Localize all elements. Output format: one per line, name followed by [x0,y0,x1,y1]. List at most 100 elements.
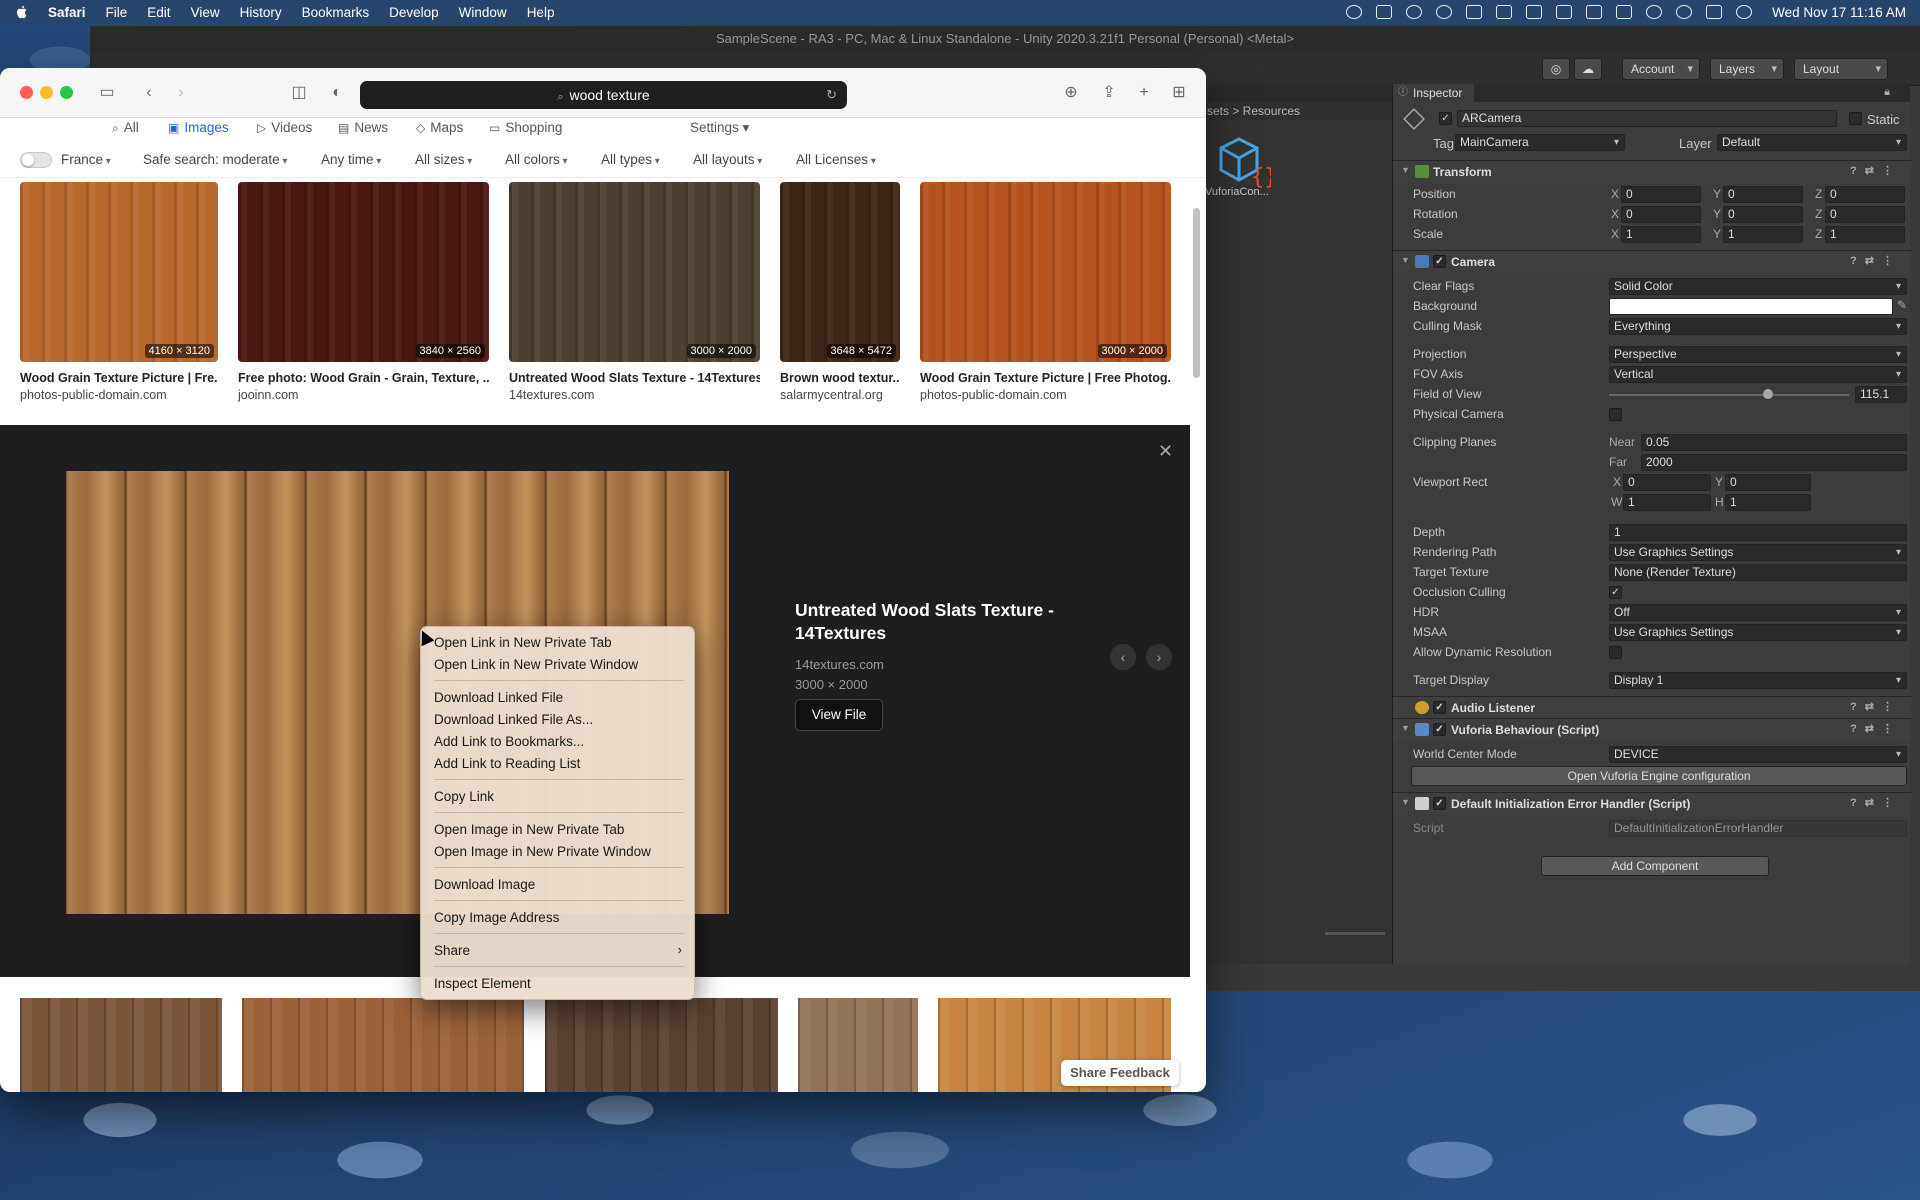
settings-menu[interactable]: Settings ▾ [690,120,749,136]
result-source[interactable]: photos-public-domain.com [920,388,1067,402]
menu-share[interactable]: Share [434,943,470,958]
menu-inspect-element[interactable]: Inspect Element [434,976,531,991]
viewport-h[interactable]: 1 [1725,494,1811,511]
layout-dropdown[interactable]: Layout [1794,58,1888,80]
bluetooth-icon[interactable] [1526,5,1543,19]
viewport-x[interactable]: 0 [1623,474,1711,491]
component-menu-icons[interactable]: ?⇄⋮ [1850,700,1901,713]
component-menu-icons[interactable]: ?⇄⋮ [1850,722,1901,735]
keyboard-icon[interactable] [1466,5,1483,19]
rotation-z[interactable]: 0 [1825,206,1905,223]
culling-mask-dropdown[interactable]: Everything [1609,318,1907,335]
battery-icon[interactable] [1586,5,1603,19]
audio-listener-checkbox[interactable]: ✓ [1433,701,1446,714]
back-icon[interactable]: ‹ [138,82,160,104]
menu-copy-image-address[interactable]: Copy Image Address [434,910,559,925]
shield-icon[interactable]: ◐ [326,82,348,104]
target-display-dropdown[interactable]: Display 1 [1609,672,1907,689]
eyedropper-icon[interactable]: ✎ [1897,298,1907,312]
downloads-icon[interactable]: ⊕ [1060,82,1082,104]
filter-region[interactable]: France [61,152,111,167]
position-x[interactable]: 0 [1621,186,1701,203]
vuforia-behaviour-header[interactable]: ▼ ✓ Vuforia Behaviour (Script) ?⇄⋮ [1393,718,1911,740]
camera-header[interactable]: ▼ ✓ Camera ?⇄⋮ [1393,250,1911,272]
result-image[interactable]: 4160 × 3120 [20,182,218,362]
menu-open-link-private-tab[interactable]: Open Link in New Private Tab [434,635,612,650]
error-handler-header[interactable]: ▼ ✓ Default Initialization Error Handler… [1393,792,1911,814]
result-image[interactable] [242,998,524,1092]
filter-size[interactable]: All sizes [415,152,472,167]
share-feedback-button[interactable]: Share Feedback [1061,1060,1179,1086]
layer-dropdown[interactable]: Default [1717,134,1907,151]
tab-news[interactable]: ▤ News [338,120,388,135]
component-menu-icons[interactable]: ?⇄⋮ [1850,254,1901,267]
error-handler-checkbox[interactable]: ✓ [1433,797,1446,810]
project-zoom-slider[interactable] [1325,932,1385,935]
region-toggle[interactable] [20,152,52,168]
occlusion-checkbox[interactable]: ✓ [1609,586,1622,599]
address-bar[interactable]: ⌕ wood texture ↻ [360,81,847,109]
fold-arrow-icon[interactable]: ▼ [1401,255,1410,265]
view-file-button[interactable]: View File [795,699,883,731]
menu-help[interactable]: Help [527,5,555,20]
menu-download-linked-file-as[interactable]: Download Linked File As... [434,712,593,727]
projection-dropdown[interactable]: Perspective [1609,346,1907,363]
component-menu-icons[interactable]: ?⇄⋮ [1850,796,1901,809]
sidebar-toggle-icon[interactable]: ▭ [96,82,118,104]
filter-license[interactable]: All Licenses [796,152,876,167]
inspector-tab[interactable]: Inspector [1393,84,1475,102]
tab-overview-icon[interactable]: ⊞ [1168,82,1190,104]
wifi-icon[interactable] [1616,5,1633,19]
result-source[interactable]: 14textures.com [509,388,594,402]
previous-image-icon[interactable]: ‹ [1110,644,1136,670]
result-image[interactable]: 3648 × 5472 [780,182,900,362]
physical-camera-checkbox[interactable] [1609,408,1622,421]
active-checkbox[interactable]: ✓ [1439,112,1452,125]
collab-icon[interactable]: ◎ [1542,58,1570,80]
result-title[interactable]: Wood Grain Texture Picture | Free Photog… [920,371,1171,385]
minimize-window-button[interactable] [40,86,53,99]
result-image[interactable]: 3000 × 2000 [920,182,1171,362]
scale-y[interactable]: 1 [1723,226,1803,243]
menu-window[interactable]: Window [459,5,507,20]
fov-value-field[interactable]: 115.1 [1855,386,1907,403]
result-source[interactable]: salarmycentral.org [780,388,883,402]
menu-app-name[interactable]: Safari [48,5,86,20]
menu-add-link-bookmarks[interactable]: Add Link to Bookmarks... [434,734,584,749]
target-texture-field[interactable]: None (Render Texture) [1609,564,1907,581]
result-source[interactable]: photos-public-domain.com [20,388,167,402]
filter-layout[interactable]: All layouts [693,152,762,167]
open-vuforia-config-button[interactable]: Open Vuforia Engine configuration [1411,766,1907,786]
cloud-services-icon[interactable]: ☁ [1574,58,1602,80]
result-title[interactable]: Free photo: Wood Grain - Grain, Texture,… [238,371,489,385]
fov-axis-dropdown[interactable]: Vertical [1609,366,1907,383]
scale-z[interactable]: 1 [1825,226,1905,243]
result-title[interactable]: Brown wood textur... [780,371,900,385]
menu-view[interactable]: View [191,5,220,20]
scale-x[interactable]: 1 [1621,226,1701,243]
viewport-w[interactable]: 1 [1623,494,1711,511]
siri-icon[interactable] [1736,5,1753,19]
position-y[interactable]: 0 [1723,186,1803,203]
close-window-button[interactable] [20,86,33,99]
user-icon[interactable] [1646,5,1663,19]
far-field[interactable]: 2000 [1641,454,1907,471]
filter-color[interactable]: All colors [505,152,568,167]
menu-open-link-private-window[interactable]: Open Link in New Private Window [434,657,638,672]
menu-open-image-private-window[interactable]: Open Image in New Private Window [434,844,651,859]
tab-shopping[interactable]: ▭ Shopping [489,120,562,135]
fold-arrow-icon[interactable]: ▼ [1401,165,1410,175]
camera-enabled-checkbox[interactable]: ✓ [1433,255,1446,268]
depth-field[interactable]: 1 [1609,524,1907,541]
control-center-icon[interactable] [1706,5,1723,19]
close-icon[interactable]: ✕ [1158,441,1173,462]
result-title[interactable]: Untreated Wood Slats Texture - 14Texture… [509,371,760,385]
audio-listener-header[interactable]: ✓ Audio Listener ?⇄⋮ [1393,696,1911,718]
add-component-button[interactable]: Add Component [1541,856,1769,876]
object-name-field[interactable]: ARCamera [1457,110,1837,127]
detail-source[interactable]: 14textures.com [795,657,884,672]
fov-slider-track[interactable] [1609,394,1849,396]
time-machine-icon[interactable] [1436,5,1453,19]
page-scrollbar[interactable] [1193,208,1200,378]
reload-icon[interactable]: ↻ [826,81,837,109]
